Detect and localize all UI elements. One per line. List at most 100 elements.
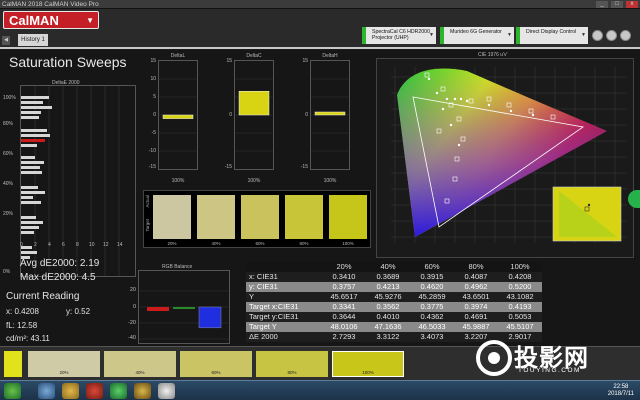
table-cell: 0.3915 xyxy=(410,272,454,282)
swatch-caption: 80% xyxy=(299,241,309,246)
close-button[interactable]: x xyxy=(626,1,638,8)
deltal-svg xyxy=(159,78,197,152)
watermark-url: TOUYING.COM xyxy=(518,367,581,374)
rgb-y-tick: -20 xyxy=(128,320,136,326)
table-cell: 45.9276 xyxy=(366,292,410,302)
table-row[interactable]: x: CIE31 0.3410 0.3689 0.3915 0.4087 0.4… xyxy=(246,272,542,282)
display-device-name: Direct Display Control xyxy=(526,29,577,35)
window-controls: _ □ x xyxy=(596,1,638,8)
info-icon[interactable] xyxy=(620,30,631,41)
delta-y-tick: 0 xyxy=(229,112,232,118)
settings-icon[interactable] xyxy=(592,30,603,41)
app-icon[interactable] xyxy=(134,383,151,399)
table-cell: 0.4213 xyxy=(366,282,410,292)
rgb-balance-chart xyxy=(138,270,230,344)
deltac-chart xyxy=(234,60,274,170)
de2000-chart xyxy=(20,85,136,277)
display-device-selector[interactable]: Direct Display Control ▼ xyxy=(516,27,588,44)
reading-fl: fL: 12.58 xyxy=(6,321,38,330)
history-back-icon[interactable]: ◀ xyxy=(2,36,10,45)
delta-y-tick: 15 xyxy=(226,58,232,64)
table-cell: 3.4073 xyxy=(410,332,454,342)
de-x-tick: 10 xyxy=(89,242,95,248)
help-icon[interactable] xyxy=(606,30,617,41)
deltal-title: DeltaL xyxy=(170,53,186,59)
chevron-down-icon: ▼ xyxy=(86,16,94,25)
red-balance-bar xyxy=(147,307,169,311)
deltac-xlabel: 100% xyxy=(247,178,261,184)
app-header: CalMAN ▼ ◀ History 1 SpectraCal C6 HDR20… xyxy=(0,9,640,49)
current-reading-label: Current Reading xyxy=(6,291,80,302)
meter-device-selector[interactable]: SpectraCal C6 HDR2000 Projector (UHP) ▼ xyxy=(362,27,436,44)
table-row[interactable]: y: CIE31 0.3757 0.4213 0.4620 0.4962 0.5… xyxy=(246,282,542,292)
table-row[interactable]: Target x:CIE31 0.3341 0.3562 0.3775 0.39… xyxy=(246,302,542,312)
deltal-bar xyxy=(162,114,194,119)
swatch-caption: 60% xyxy=(255,241,265,246)
delta-y-tick: -5 xyxy=(151,130,156,136)
table-cell: 0.3974 xyxy=(454,302,498,312)
taskbar: 22:58 2018/7/11 xyxy=(0,380,640,400)
table-header-cell: 40% xyxy=(366,262,410,272)
reading-x: x: 0.4208 xyxy=(6,307,39,316)
table-header-cell xyxy=(246,262,322,272)
explorer-icon[interactable] xyxy=(38,383,55,399)
strip-caption: 60% xyxy=(211,370,221,375)
minimize-button[interactable]: _ xyxy=(596,1,608,8)
browser-icon[interactable] xyxy=(110,383,127,399)
swatch-100[interactable] xyxy=(329,195,367,239)
table-cell: 0.3562 xyxy=(366,302,410,312)
green-balance-bar xyxy=(173,307,195,309)
deltac-title: DeltaC xyxy=(246,53,262,59)
reading-cdm2: cd/m²: 43.11 xyxy=(6,334,50,343)
table-cell: 0.3775 xyxy=(410,302,454,312)
de-x-tick: 12 xyxy=(103,242,109,248)
media-player-icon[interactable] xyxy=(86,383,103,399)
folder-icon[interactable] xyxy=(62,383,79,399)
row-label: Target Y xyxy=(246,322,322,332)
clock-time: 22:58 xyxy=(613,384,629,390)
system-clock[interactable]: 22:58 2018/7/11 xyxy=(608,384,634,398)
calman-taskbar-icon[interactable] xyxy=(158,383,175,399)
generator-device-selector[interactable]: Murideo 6G Generator ▼ xyxy=(440,27,514,44)
table-header-cell: 80% xyxy=(454,262,498,272)
swatch-caption: 20% xyxy=(167,241,177,246)
strip-caption: 20% xyxy=(59,370,69,375)
table-cell: 45.2859 xyxy=(410,292,454,302)
table-cell: 0.5200 xyxy=(498,282,542,292)
table-cell: 0.3757 xyxy=(322,282,366,292)
watermark: 投影网 TOUYING.COM xyxy=(474,336,640,384)
table-cell: 46.5033 xyxy=(410,322,454,332)
delta-y-tick: -15 xyxy=(300,164,308,170)
strip-swatch-current[interactable] xyxy=(4,351,22,377)
de-x-tick: 2 xyxy=(34,242,37,248)
table-cell: 0.4010 xyxy=(366,312,410,322)
delta-y-tick: 0 xyxy=(153,112,156,118)
start-button-icon[interactable] xyxy=(4,383,21,399)
table-cell: 45.6517 xyxy=(322,292,366,302)
cie-1976-svg xyxy=(391,67,627,243)
table-row[interactable]: Target Y 48.0106 47.1636 46.5033 45.9887… xyxy=(246,322,542,332)
blue-balance-bar xyxy=(198,306,222,329)
table-cell: 0.4193 xyxy=(498,302,542,312)
calman-logo-menu[interactable]: CalMAN ▼ xyxy=(3,11,99,29)
clock-date: 2018/7/11 xyxy=(607,391,634,397)
table-cell: 3.3122 xyxy=(366,332,410,342)
table-row[interactable]: Target y:CIE31 0.3644 0.4010 0.4362 0.46… xyxy=(246,312,542,322)
de-y-tick: 80% xyxy=(3,121,14,127)
swatch-20[interactable] xyxy=(153,195,191,239)
table-cell: 0.4962 xyxy=(454,282,498,292)
row-label: Target x:CIE31 xyxy=(246,302,322,312)
table-row[interactable]: Y 45.6517 45.9276 45.2859 43.6501 43.108… xyxy=(246,292,542,302)
swatch-40[interactable] xyxy=(197,195,235,239)
maximize-button[interactable]: □ xyxy=(611,1,623,8)
swatch-actual-label: Actual xyxy=(145,195,150,208)
swatch-60[interactable] xyxy=(241,195,279,239)
strip-caption: 40% xyxy=(135,370,145,375)
side-panel-toggle-icon[interactable] xyxy=(628,190,640,208)
swatch-80[interactable] xyxy=(285,195,323,239)
deltah-title: DeltaH xyxy=(322,53,338,59)
deltah-bar xyxy=(314,111,346,116)
rgb-y-tick: 0 xyxy=(132,304,136,310)
table-cell: 43.1082 xyxy=(498,292,542,302)
history-tab[interactable]: History 1 xyxy=(18,34,48,46)
